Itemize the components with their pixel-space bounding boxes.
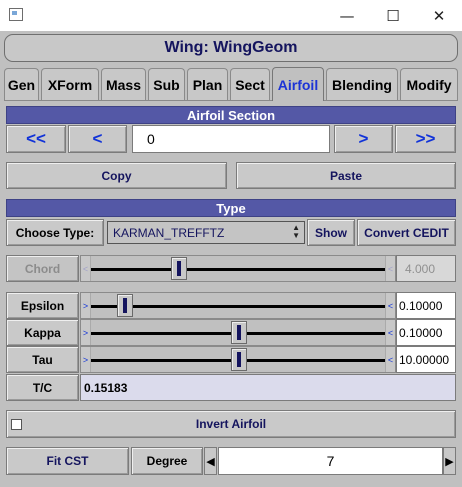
choose-type-label: Choose Type: <box>6 219 104 246</box>
invert-airfoil-checkbox[interactable] <box>11 419 22 430</box>
tau-increment-arrow[interactable]: < <box>385 347 395 372</box>
chord-slider-box: < < <box>80 255 396 282</box>
minimize-button[interactable]: — <box>324 0 370 31</box>
epsilon-value-input[interactable]: 0.10000 <box>396 292 456 319</box>
tab-xform[interactable]: XForm <box>41 68 99 100</box>
airfoil-type-dropdown[interactable]: KARMAN_TREFFTZ ▲ ▼ <box>107 221 305 244</box>
tau-decrement-arrow[interactable]: > <box>81 347 91 372</box>
copy-button[interactable]: Copy <box>6 162 227 189</box>
chord-left-arrow-icon: < <box>81 256 91 281</box>
chord-value-field: 4.000 <box>396 255 456 282</box>
dropdown-arrows-icon: ▲ ▼ <box>292 223 300 240</box>
chord-slider-track <box>91 267 385 271</box>
app-icon <box>9 8 23 21</box>
tab-plan[interactable]: Plan <box>187 68 228 100</box>
kappa-decrement-arrow[interactable]: > <box>81 320 91 345</box>
tab-modify[interactable]: Modify <box>400 68 458 100</box>
epsilon-slider[interactable]: > < <box>80 292 396 319</box>
degree-label: Degree <box>131 447 203 475</box>
tau-label: Tau <box>6 346 79 373</box>
last-section-button[interactable]: >> <box>395 125 456 153</box>
kappa-slider[interactable]: > < <box>80 319 396 346</box>
epsilon-decrement-arrow[interactable]: > <box>81 293 91 318</box>
paste-button[interactable]: Paste <box>236 162 456 189</box>
tab-mass[interactable]: Mass <box>101 68 146 100</box>
tab-blending[interactable]: Blending <box>326 68 398 100</box>
invert-airfoil-label: Invert Airfoil <box>195 417 267 431</box>
kappa-value-input[interactable]: 0.10000 <box>396 319 456 346</box>
kappa-slider-knob[interactable] <box>231 321 247 344</box>
chord-label: Chord <box>6 255 79 282</box>
epsilon-slider-knob[interactable] <box>117 294 133 317</box>
epsilon-increment-arrow[interactable]: < <box>385 293 395 318</box>
epsilon-slider-track <box>91 304 385 308</box>
epsilon-label: Epsilon <box>6 292 79 319</box>
tab-sect[interactable]: Sect <box>230 68 270 100</box>
chord-right-arrow-icon: < <box>385 256 395 281</box>
prev-section-button[interactable]: < <box>68 125 127 153</box>
window-titlebar[interactable]: — ☐ ✕ <box>0 0 462 31</box>
airfoil-type-value: KARMAN_TREFFTZ <box>113 225 225 240</box>
tab-sub[interactable]: Sub <box>148 68 185 100</box>
chord-slider-knob <box>171 257 187 280</box>
tc-label: T/C <box>6 374 79 401</box>
invert-airfoil-toggle[interactable]: Invert Airfoil <box>6 410 456 438</box>
geom-title: Wing: WingGeom <box>4 34 458 62</box>
close-button[interactable]: ✕ <box>416 0 462 31</box>
kappa-increment-arrow[interactable]: < <box>385 320 395 345</box>
airfoil-section-header: Airfoil Section <box>6 106 456 124</box>
show-button[interactable]: Show <box>307 219 355 246</box>
tau-slider[interactable]: > < <box>80 346 396 373</box>
tab-airfoil[interactable]: Airfoil <box>272 67 324 101</box>
tab-divider <box>4 100 458 101</box>
section-index-input[interactable]: 0 <box>132 125 330 153</box>
tau-value-input[interactable]: 10.00000 <box>396 346 456 373</box>
degree-decrement-icon[interactable]: ◀ <box>204 447 217 475</box>
type-section-header: Type <box>6 199 456 217</box>
tab-gen[interactable]: Gen <box>4 68 39 100</box>
degree-value-input[interactable]: 7 <box>218 447 443 475</box>
tc-value-output: 0.15183 <box>80 374 456 401</box>
degree-increment-icon[interactable]: ▶ <box>443 447 456 475</box>
next-section-button[interactable]: > <box>334 125 393 153</box>
convert-cedit-button[interactable]: Convert CEDIT <box>357 219 456 246</box>
fit-cst-button[interactable]: Fit CST <box>6 447 129 475</box>
maximize-button[interactable]: ☐ <box>370 0 416 31</box>
kappa-label: Kappa <box>6 319 79 346</box>
first-section-button[interactable]: << <box>6 125 66 153</box>
tau-slider-knob[interactable] <box>231 348 247 371</box>
